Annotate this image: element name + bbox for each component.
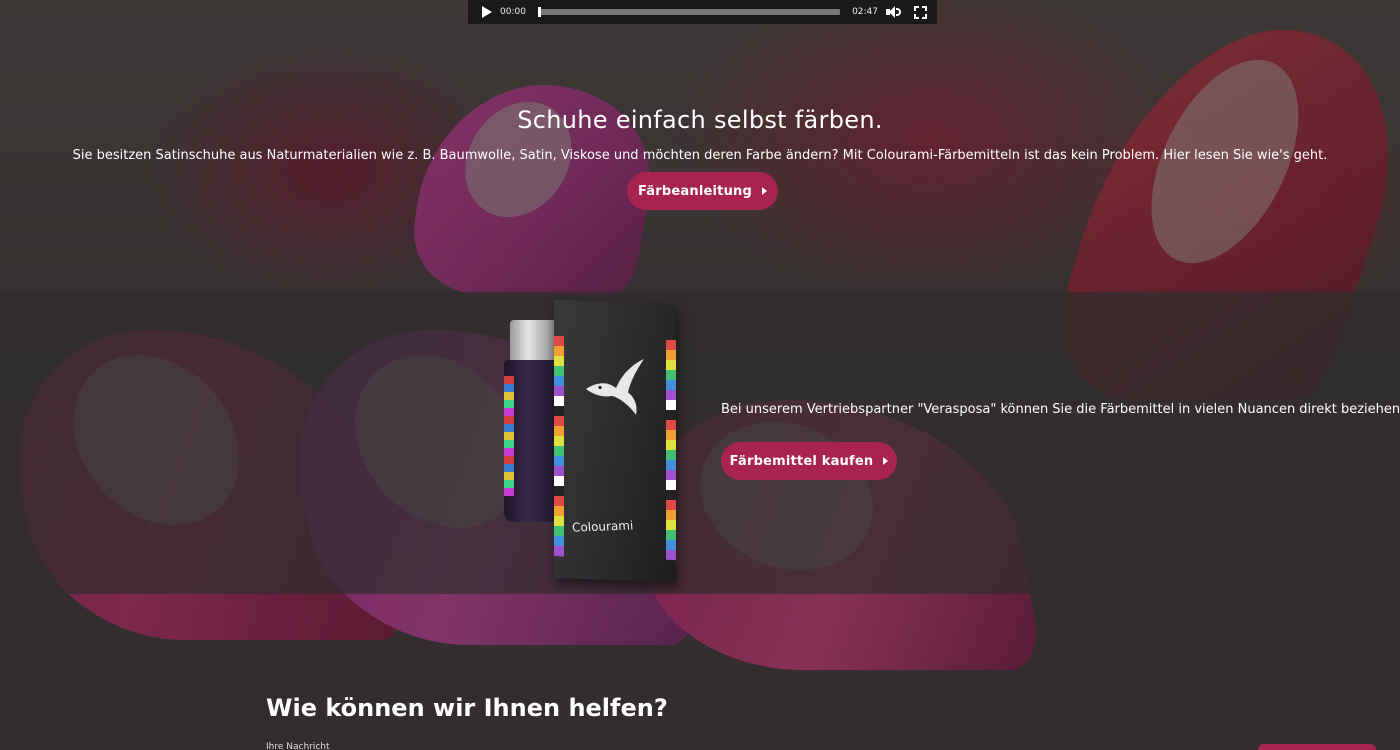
buy-dye-button[interactable]: Färbemittel kaufen [721, 442, 897, 480]
audio-progress-bar[interactable] [537, 7, 841, 17]
dye-guide-button-label: Färbeanleitung [637, 183, 752, 199]
product-image: Colourami [500, 298, 685, 583]
volume-icon[interactable] [886, 6, 901, 18]
current-time: 00:00 [500, 7, 526, 17]
product-brand-label: Colourami [571, 518, 634, 535]
hero-title: Schuhe einfach selbst färben. [517, 106, 883, 134]
audio-player[interactable]: 00:00 02:47 [468, 0, 937, 24]
caret-right-icon [762, 187, 767, 195]
hero-text: Sie besitzen Satinschuhe aus Naturmateri… [72, 148, 1328, 163]
play-icon[interactable] [482, 6, 492, 18]
hummingbird-logo-icon [586, 359, 644, 415]
help-title: Wie können wir Ihnen helfen? [266, 694, 668, 722]
partner-section [0, 292, 1400, 594]
buy-dye-button-label: Färbemittel kaufen [729, 453, 874, 469]
caret-right-icon [883, 457, 889, 465]
duration: 02:47 [852, 7, 878, 17]
submit-button[interactable] [1258, 744, 1376, 750]
message-field-label: Ihre Nachricht [266, 742, 330, 750]
partner-text: Bei unserem Vertriebspartner "Verasposa"… [721, 402, 1400, 417]
audio-progress-handle[interactable] [537, 7, 541, 17]
product-box: Colourami [554, 299, 676, 583]
dye-guide-button[interactable]: Färbeanleitung [627, 172, 778, 210]
fullscreen-icon[interactable] [914, 5, 927, 19]
